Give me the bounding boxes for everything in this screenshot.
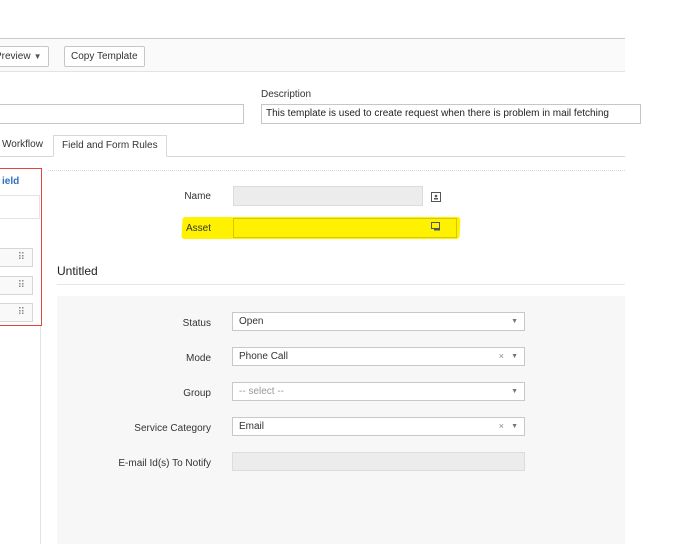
caret-down-icon: ▼ xyxy=(33,52,42,61)
group-select[interactable]: -- select -- ▼ xyxy=(232,382,525,401)
copy-template-button[interactable]: Copy Template xyxy=(64,46,145,67)
service-category-select-value: Email xyxy=(239,421,265,432)
status-select[interactable]: Open ▼ xyxy=(232,312,525,331)
preview-label: Preview xyxy=(0,51,31,62)
field-palette-item[interactable]: ⠿ xyxy=(0,303,33,322)
drag-handle-icon[interactable]: ⠿ xyxy=(18,252,25,263)
description-label: Description xyxy=(261,89,312,100)
section-divider xyxy=(57,284,625,285)
chevron-down-icon: ▼ xyxy=(511,353,518,360)
chevron-down-icon: ▼ xyxy=(511,423,518,430)
asset-field-label: Asset xyxy=(185,223,211,234)
panel-divider xyxy=(40,326,41,544)
tab-field-and-form-rules[interactable]: Field and Form Rules xyxy=(53,135,167,157)
field-palette-title: ield xyxy=(2,176,20,187)
section-title[interactable]: Untitled xyxy=(57,264,98,278)
notify-field-label: E-mail Id(s) To Notify xyxy=(118,458,211,469)
asset-field[interactable] xyxy=(233,218,457,238)
description-input[interactable]: This template is used to create request … xyxy=(261,104,641,124)
field-palette-item[interactable]: ⠿ xyxy=(0,276,33,295)
drag-handle-icon[interactable]: ⠿ xyxy=(18,280,25,291)
service-category-select[interactable]: Email × ▼ xyxy=(232,417,525,436)
mode-select[interactable]: Phone Call × ▼ xyxy=(232,347,525,366)
status-select-value: Open xyxy=(239,316,264,327)
group-select-placeholder: -- select -- xyxy=(239,386,284,397)
copy-template-label: Copy Template xyxy=(71,51,138,62)
notify-emails-field xyxy=(232,452,525,471)
field-palette-item[interactable]: ⠿ xyxy=(0,248,33,267)
clear-icon[interactable]: × xyxy=(499,348,504,365)
drag-handle-icon[interactable]: ⠿ xyxy=(18,307,25,318)
group-field-label: Group xyxy=(183,388,211,399)
preview-dropdown-button[interactable]: Preview▼ xyxy=(0,46,49,67)
chevron-down-icon: ▼ xyxy=(511,318,518,325)
asset-lookup-icon[interactable] xyxy=(431,222,442,231)
tab-workflow[interactable]: Workflow xyxy=(0,135,51,157)
contact-card-icon[interactable] xyxy=(431,192,441,202)
mode-select-value: Phone Call xyxy=(239,351,288,362)
name-field-label: Name xyxy=(184,191,211,202)
clear-icon[interactable]: × xyxy=(499,418,504,435)
tab-workflow-label: Workflow xyxy=(2,139,43,150)
service-category-field-label: Service Category xyxy=(134,423,211,434)
chevron-down-icon: ▼ xyxy=(511,388,518,395)
toolbar: Preview▼ Copy Template xyxy=(0,38,625,72)
tab-field-and-form-rules-label: Field and Form Rules xyxy=(62,140,158,151)
field-search-input[interactable] xyxy=(0,195,40,219)
name-field xyxy=(233,186,423,206)
form-top-border xyxy=(48,170,625,172)
template-name-input[interactable] xyxy=(0,104,244,124)
mode-field-label: Mode xyxy=(185,353,211,364)
status-field-label: Status xyxy=(182,318,211,329)
